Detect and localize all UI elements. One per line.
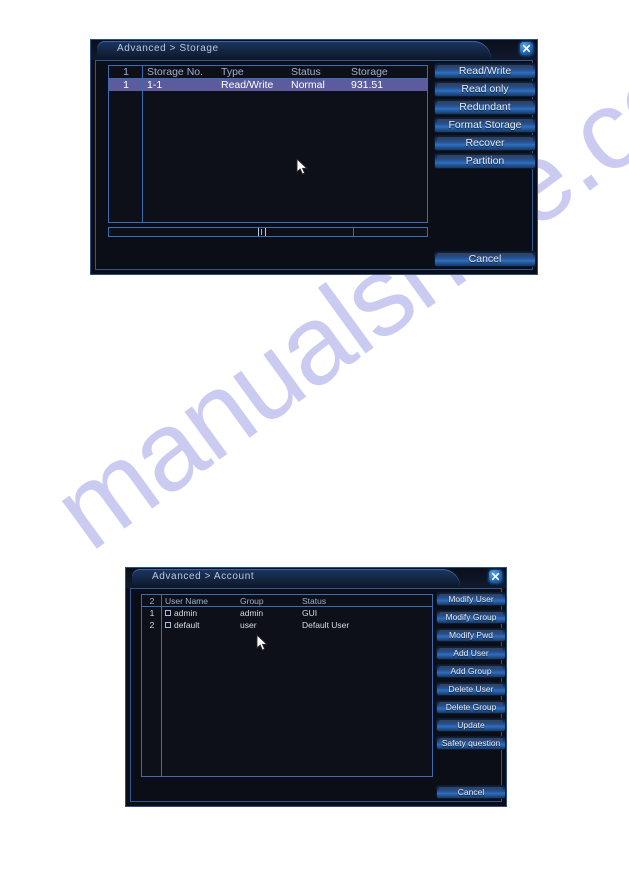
header-cell-status: Status <box>291 66 321 78</box>
cancel-button[interactable]: Cancel <box>436 785 506 799</box>
cell-user-name-label: admin <box>174 608 198 618</box>
cell-user-name: default <box>162 620 240 630</box>
cell-status: GUI <box>302 608 318 618</box>
modify-group-button[interactable]: Modify Group <box>436 610 506 624</box>
scrollbar-tick <box>261 229 262 235</box>
cell-index: 1 <box>149 608 155 618</box>
close-icon[interactable] <box>520 42 533 55</box>
account-dialog-titlebar: Advanced > Account <box>126 568 506 588</box>
cancel-button[interactable]: Cancel <box>434 251 536 267</box>
cell-status: Normal <box>291 79 325 91</box>
header-cell-group: Group <box>240 595 264 606</box>
account-table-header: 2 User Name Group Status <box>142 595 432 607</box>
cell-group: user <box>240 620 257 630</box>
cell-type: Read/Write <box>221 79 274 91</box>
safety-question-button[interactable]: Safety question <box>436 736 506 750</box>
header-cell-type: Type <box>221 66 244 78</box>
header-cell-user-name: User Name <box>165 595 208 606</box>
storage-dialog-titlebar: Advanced > Storage <box>91 40 537 60</box>
format-storage-button[interactable]: Format Storage <box>434 117 536 133</box>
modify-pwd-button[interactable]: Modify Pwd <box>436 628 506 642</box>
recover-button[interactable]: Recover <box>434 135 536 151</box>
advanced-account-dialog: Advanced > Account 2 User Name Group Sta… <box>125 567 507 807</box>
table-row[interactable]: 1 admin admin GUI <box>142 607 432 619</box>
header-cell-status: Status <box>302 595 327 606</box>
column-separator <box>142 66 143 222</box>
read-write-button[interactable]: Read/Write <box>434 63 536 79</box>
header-cell-storage: Storage <box>351 66 388 78</box>
partition-button[interactable]: Partition <box>434 153 536 169</box>
cell-status: Default User <box>302 620 350 630</box>
read-only-button[interactable]: Read only <box>434 81 536 97</box>
cell-user-name: admin <box>162 608 240 618</box>
modify-user-button[interactable]: Modify User <box>436 592 506 606</box>
delete-user-button[interactable]: Delete User <box>436 682 506 696</box>
scrollbar-thumb[interactable] <box>258 228 266 236</box>
scrollbar-segment <box>353 228 354 236</box>
header-cell-index: 2 <box>149 595 155 606</box>
cell-index: 1 <box>123 79 129 91</box>
account-dialog-title: Advanced > Account <box>152 571 255 582</box>
storage-table[interactable]: 1 Storage No. Type Status Storage 1 1-1 … <box>108 65 428 223</box>
account-table[interactable]: 2 User Name Group Status 1 admin admin G… <box>141 594 433 777</box>
account-dialog-body: 2 User Name Group Status 1 admin admin G… <box>130 588 506 802</box>
cell-storage: 931.51 <box>351 79 384 91</box>
advanced-storage-dialog: Advanced > Storage 1 Storage No. Type St… <box>90 39 538 275</box>
horizontal-scrollbar[interactable] <box>108 227 428 237</box>
table-row[interactable]: 1 1-1 Read/Write Normal 931.51 <box>109 79 427 91</box>
storage-dialog-body: 1 Storage No. Type Status Storage 1 1-1 … <box>95 60 536 270</box>
add-group-button[interactable]: Add Group <box>436 664 506 678</box>
row-checkbox[interactable] <box>165 610 171 616</box>
cell-user-name-label: default <box>174 620 200 630</box>
header-cell-index: 1 <box>123 66 129 78</box>
redundant-button[interactable]: Redundant <box>434 99 536 115</box>
cell-group: admin <box>240 608 264 618</box>
storage-table-header: 1 Storage No. Type Status Storage <box>109 66 427 79</box>
update-button[interactable]: Update <box>436 718 506 732</box>
table-row[interactable]: 2 default user Default User <box>142 619 432 631</box>
header-cell-storage-no: Storage No. <box>147 66 204 78</box>
storage-dialog-title: Advanced > Storage <box>117 43 219 54</box>
delete-group-button[interactable]: Delete Group <box>436 700 506 714</box>
row-checkbox[interactable] <box>165 622 171 628</box>
column-separator <box>161 595 162 776</box>
close-icon[interactable] <box>489 570 502 583</box>
cell-index: 2 <box>149 620 155 630</box>
add-user-button[interactable]: Add User <box>436 646 506 660</box>
cell-storage-no: 1-1 <box>147 79 163 91</box>
